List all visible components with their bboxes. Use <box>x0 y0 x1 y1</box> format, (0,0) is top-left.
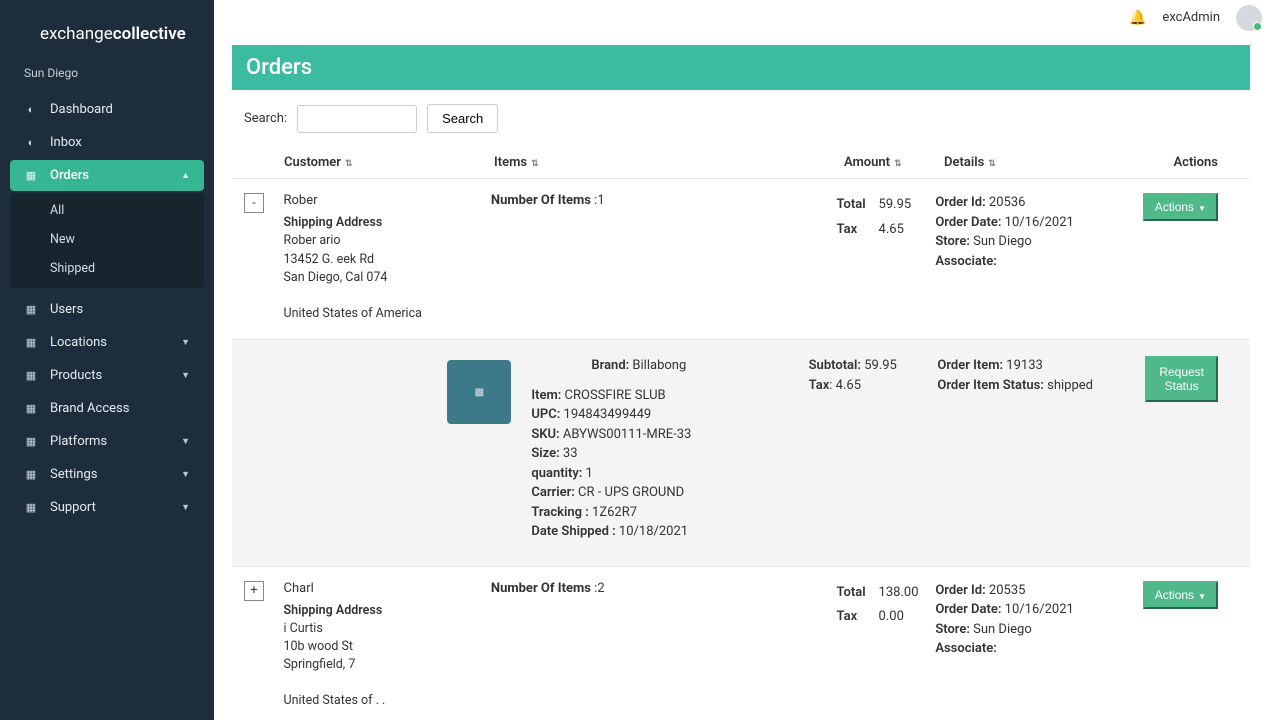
col-items[interactable]: Items⇅ <box>494 155 844 170</box>
details-block: Order Id: 20535 Order Date: 10/16/2021 S… <box>935 581 1142 711</box>
num-items-value: 1 <box>597 193 604 208</box>
sidebar-item-users[interactable]: ▦ Users <box>10 294 204 325</box>
item-details: Brand: Billabong Item: CROSSFIRE SLUB UP… <box>531 356 808 542</box>
collapse-toggle[interactable]: - <box>244 193 264 213</box>
actions-dropdown[interactable]: Actions▼ <box>1143 193 1218 221</box>
item-status: Order Item: 19133 Order Item Status: shi… <box>937 356 1145 542</box>
chevron-down-icon: ▼ <box>1198 204 1206 213</box>
sidebar-item-brand-access[interactable]: ▦ Brand Access <box>10 393 204 424</box>
num-items-value: 2 <box>597 581 604 596</box>
bell-icon[interactable]: 🔔 <box>1129 10 1146 26</box>
sort-icon: ⇅ <box>894 159 902 169</box>
grid-icon: ▦ <box>24 169 38 182</box>
sidebar-item-inbox[interactable]: ◐ Inbox <box>10 127 204 158</box>
grid-icon: ▦ <box>24 303 38 316</box>
logo: exchangecollective <box>0 18 214 62</box>
grid-icon: ▦ <box>24 369 38 382</box>
search-input[interactable] <box>297 105 417 133</box>
item-amount: Subtotal: 59.95 Tax: 4.65 <box>809 356 938 542</box>
nav-label: Locations <box>50 335 107 350</box>
customer-name: Rober <box>284 193 491 208</box>
sort-icon: ⇅ <box>988 159 996 169</box>
sort-icon: ⇅ <box>345 159 353 169</box>
chevron-down-icon: ▼ <box>181 502 190 513</box>
sidebar-item-locations[interactable]: ▦ Locations ▼ <box>10 327 204 358</box>
amount-block: Total138.00 Tax0.00 <box>837 581 936 711</box>
sidebar-item-orders[interactable]: ▦ Orders ▲ <box>10 160 204 191</box>
amount-block: Total59.95 Tax4.65 <box>837 193 936 323</box>
num-items-label: Number Of Items <box>491 581 591 596</box>
details-block: Order Id: 20536 Order Date: 10/16/2021 S… <box>935 193 1142 323</box>
chevron-down-icon: ▼ <box>1198 592 1206 601</box>
request-status-button[interactable]: Request Status <box>1145 356 1218 402</box>
grid-icon: ▦ <box>24 501 38 514</box>
num-items-label: Number Of Items <box>491 193 591 208</box>
grid-icon: ▦ <box>24 468 38 481</box>
grid-icon: ▦ <box>24 402 38 415</box>
logo-bold: collective <box>113 24 186 44</box>
chevron-down-icon: ▼ <box>181 469 190 480</box>
col-details[interactable]: Details⇅ <box>944 155 1154 170</box>
nav-label: Platforms <box>50 434 107 449</box>
chevron-down-icon: ▼ <box>181 436 190 447</box>
nav-label: Settings <box>50 467 97 482</box>
customer-name: Charl <box>284 581 491 596</box>
sidebar-sub-all[interactable]: All <box>10 197 204 224</box>
page-title: Orders <box>232 45 1250 90</box>
sort-icon: ⇅ <box>531 159 539 169</box>
table-header: Customer⇅ Items⇅ Amount⇅ Details⇅ Action… <box>232 147 1250 179</box>
nav-label: Support <box>50 500 96 515</box>
region-label: Sun Diego <box>0 62 214 90</box>
nav-label: Orders <box>50 168 89 183</box>
nav-label: Users <box>50 302 83 317</box>
actions-dropdown[interactable]: Actions▼ <box>1143 581 1218 609</box>
sidebar-item-settings[interactable]: ▦ Settings ▼ <box>10 459 204 490</box>
chevron-down-icon: ▼ <box>181 337 190 348</box>
nav-label: Dashboard <box>50 102 113 117</box>
col-amount[interactable]: Amount⇅ <box>844 155 944 170</box>
col-actions: Actions <box>1154 155 1238 170</box>
shipping-address: Shipping Address Rober ario 13452 G. eek… <box>284 214 491 323</box>
sidebar-item-dashboard[interactable]: ◐ Dashboard <box>10 94 204 125</box>
grid-icon: ▦ <box>24 435 38 448</box>
nav-label: Brand Access <box>50 401 129 416</box>
col-customer[interactable]: Customer⇅ <box>284 155 494 170</box>
grid-icon: ▦ <box>24 336 38 349</box>
expand-toggle[interactable]: + <box>244 581 264 601</box>
sidebar-item-products[interactable]: ▦ Products ▼ <box>10 360 204 391</box>
orders-submenu: All New Shipped <box>10 193 204 288</box>
sidebar-sub-new[interactable]: New <box>10 226 204 253</box>
gauge-icon: ◐ <box>24 136 38 149</box>
search-button[interactable]: Search <box>427 104 498 133</box>
sidebar: exchangecollective Sun Diego ◐Dashboard … <box>0 0 214 720</box>
chevron-up-icon: ▲ <box>181 170 190 181</box>
search-label: Search: <box>244 111 287 126</box>
sidebar-item-support[interactable]: ▦ Support ▼ <box>10 492 204 523</box>
chevron-down-icon: ▼ <box>181 370 190 381</box>
topbar: 🔔 excAdmin <box>214 0 1280 35</box>
table-row: - Rober Shipping Address Rober ario 1345… <box>232 179 1250 340</box>
username[interactable]: excAdmin <box>1162 10 1220 25</box>
nav-label: Inbox <box>50 135 82 150</box>
shipping-address: Shipping Address i Curtis 10b wood St Sp… <box>284 602 491 711</box>
sidebar-sub-shipped[interactable]: Shipped <box>10 255 204 282</box>
nav-label: Products <box>50 368 102 383</box>
sidebar-item-platforms[interactable]: ▦ Platforms ▼ <box>10 426 204 457</box>
gauge-icon: ◐ <box>24 103 38 116</box>
product-thumb: ▩ <box>447 360 511 424</box>
order-item-row: ▩ Brand: Billabong Item: CROSSFIRE SLUB … <box>232 340 1250 567</box>
logo-light: exchange <box>40 24 113 44</box>
table-row: + Charl Shipping Address i Curtis 10b wo… <box>232 567 1250 720</box>
avatar[interactable] <box>1236 5 1262 31</box>
